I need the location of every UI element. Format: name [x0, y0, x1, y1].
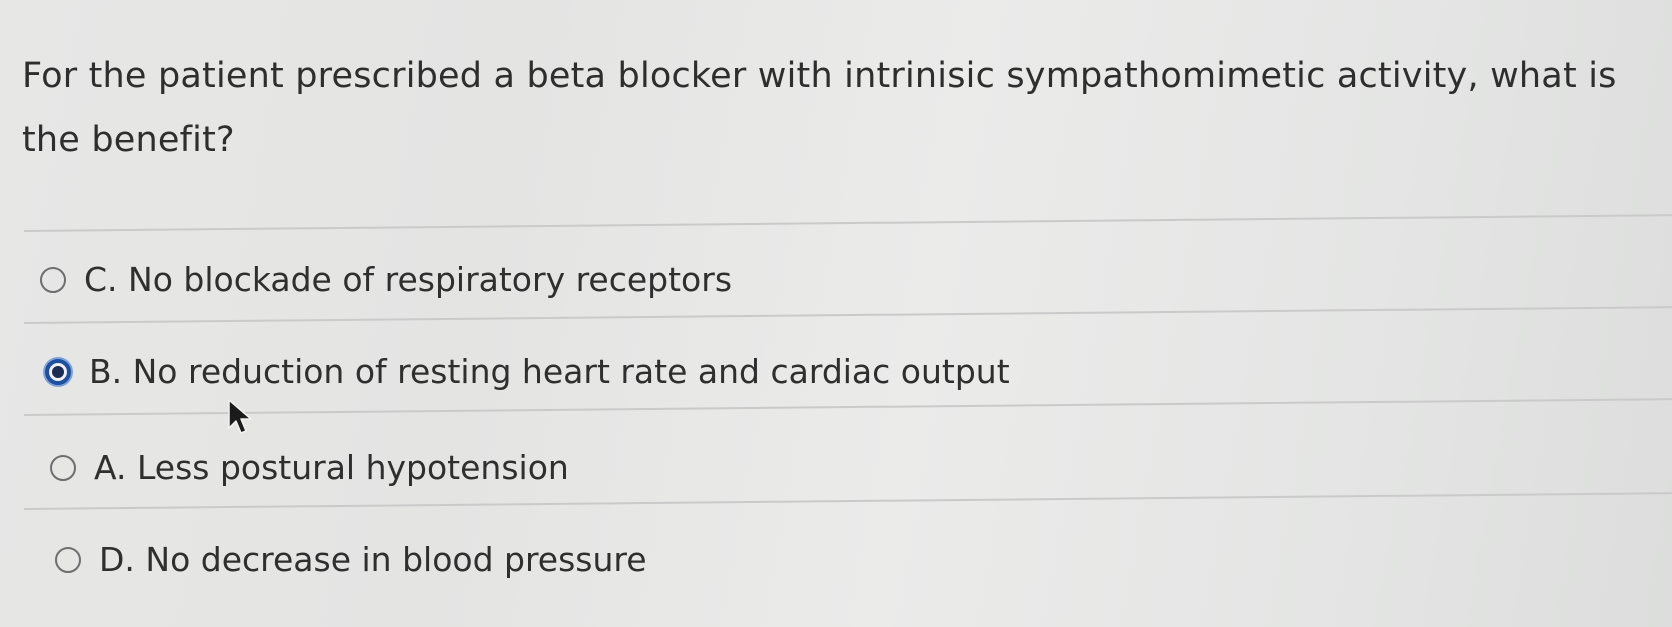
option-b-label: B. No reduction of resting heart rate an…: [89, 352, 1010, 391]
mouse-pointer-icon: [228, 399, 252, 434]
radio-button-a[interactable]: [50, 454, 76, 481]
option-c[interactable]: C. No blockade of respiratory receptors: [40, 260, 732, 299]
option-c-label: C. No blockade of respiratory receptors: [84, 260, 733, 299]
option-a[interactable]: A. Less postural hypotension: [50, 448, 569, 487]
radio-button-b-selected[interactable]: [45, 358, 71, 385]
option-divider: [23, 306, 1672, 324]
question-text: For the patient prescribed a beta blocke…: [22, 56, 1617, 160]
option-d-label: D. No decrease in blood pressure: [99, 540, 647, 579]
quiz-page: For the patient prescribed a beta blocke…: [0, 0, 1672, 627]
radio-button-c[interactable]: [40, 266, 66, 293]
question-divider: [23, 214, 1672, 232]
option-b[interactable]: B. No reduction of resting heart rate an…: [45, 352, 1010, 391]
option-a-label: A. Less postural hypotension: [94, 448, 569, 487]
option-d[interactable]: D. No decrease in blood pressure: [55, 540, 647, 579]
option-divider: [23, 398, 1672, 416]
option-divider: [23, 492, 1672, 510]
radio-button-d[interactable]: [55, 546, 81, 573]
